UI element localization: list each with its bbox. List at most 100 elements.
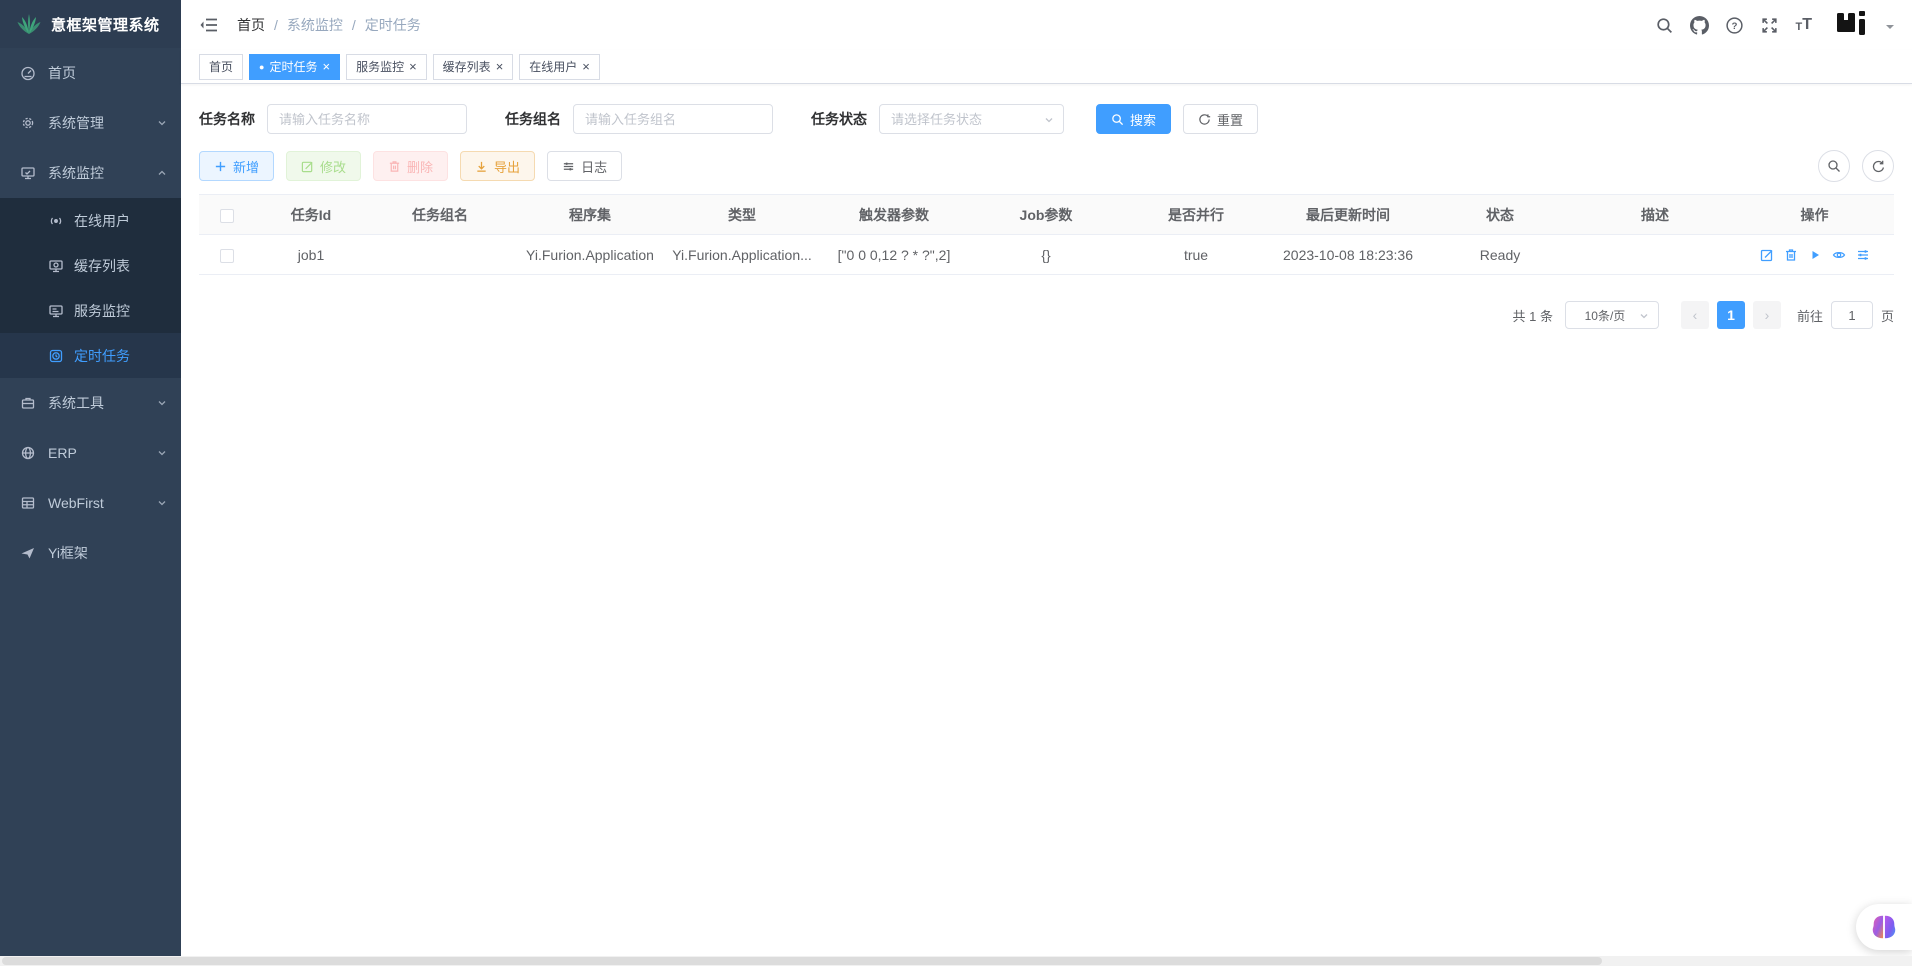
- tab-label: 服务监控: [356, 58, 404, 75]
- top-navbar: 首页 / 系统监控 / 定时任务 ? TT: [181, 0, 1912, 50]
- export-button-label: 导出: [494, 157, 520, 176]
- leaf-logo-icon: [16, 12, 42, 36]
- sidebar-item-system-monitor[interactable]: 系统监控: [0, 148, 181, 198]
- sidebar-item-system-tools[interactable]: 系统工具: [0, 378, 181, 428]
- scrollbar-thumb[interactable]: [2, 957, 1602, 965]
- broadcast-icon: [48, 213, 64, 229]
- sidebar-item-label: 在线用户: [74, 211, 130, 231]
- sidebar-item-online-users[interactable]: 在线用户: [0, 198, 181, 243]
- sidebar-item-label: 首页: [48, 63, 76, 83]
- task-status-select[interactable]: [879, 104, 1064, 134]
- close-icon[interactable]: ×: [322, 60, 330, 73]
- log-row-icon[interactable]: [1856, 248, 1870, 262]
- server-icon: [48, 303, 64, 319]
- search-icon[interactable]: [1655, 16, 1674, 35]
- edit-icon: [301, 160, 314, 173]
- sidebar-item-home[interactable]: 首页: [0, 48, 181, 98]
- prev-page-button[interactable]: ‹: [1681, 301, 1709, 329]
- close-icon[interactable]: ×: [496, 60, 504, 73]
- chevron-down-icon: [157, 398, 167, 408]
- topbar-actions: ? TT: [1655, 6, 1894, 44]
- tabs-bar: 首页 ● 定时任务 × 服务监控 × 缓存列表 × 在线用户 ×: [181, 50, 1912, 84]
- tab-online-users[interactable]: 在线用户 ×: [519, 54, 600, 80]
- tab-scheduled-tasks[interactable]: ● 定时任务 ×: [249, 54, 340, 80]
- run-row-icon[interactable]: [1808, 248, 1822, 262]
- refresh-table-button[interactable]: [1862, 150, 1894, 182]
- tab-label: 首页: [209, 58, 233, 75]
- select-all-checkbox[interactable]: [220, 209, 234, 223]
- sidebar-item-system-manage[interactable]: 系统管理: [0, 98, 181, 148]
- fullscreen-icon[interactable]: [1760, 16, 1779, 35]
- reset-button[interactable]: 重置: [1183, 104, 1258, 134]
- tab-home[interactable]: 首页: [199, 54, 243, 80]
- breadcrumb-home[interactable]: 首页: [237, 15, 265, 35]
- toolbox-icon: [20, 395, 36, 411]
- table-toolbar: 新增 修改 删除 导出 日志: [199, 150, 1894, 182]
- chevron-up-icon: [157, 168, 167, 178]
- font-size-icon[interactable]: TT: [1795, 17, 1812, 33]
- toggle-search-button[interactable]: [1818, 150, 1850, 182]
- col-assembly: 程序集: [513, 195, 667, 235]
- table-grid-icon: [20, 495, 36, 511]
- tab-cache-list[interactable]: 缓存列表 ×: [433, 54, 514, 80]
- search-button-label: 搜索: [1130, 110, 1156, 129]
- sidebar-item-erp[interactable]: ERP: [0, 428, 181, 478]
- task-status-select-input[interactable]: [879, 104, 1064, 134]
- col-job-args: Job参数: [971, 195, 1121, 235]
- sidebar-item-cache-list[interactable]: 缓存列表: [0, 243, 181, 288]
- pagination: 共 1 条 10条/页 ‹ 1 › 前往 页: [199, 301, 1894, 329]
- task-group-label: 任务组名: [505, 109, 561, 129]
- sidebar-collapse-icon[interactable]: [199, 15, 219, 35]
- sidebar-item-webfirst[interactable]: WebFirst: [0, 478, 181, 528]
- ai-assistant-button[interactable]: [1856, 904, 1912, 950]
- col-actions: 操作: [1735, 195, 1894, 235]
- dashboard-icon: [20, 65, 36, 81]
- edit-row-icon[interactable]: [1760, 248, 1774, 262]
- breadcrumb: 首页 / 系统监控 / 定时任务: [237, 15, 421, 35]
- monitor-icon: [20, 165, 36, 181]
- help-icon[interactable]: ?: [1725, 16, 1744, 35]
- system-monitor-submenu: 在线用户 缓存列表 服务监控 定时任务: [0, 198, 181, 378]
- next-page-button[interactable]: ›: [1753, 301, 1781, 329]
- col-trigger-args: 触发器参数: [817, 195, 971, 235]
- goto-page-input[interactable]: [1831, 301, 1873, 329]
- search-button[interactable]: 搜索: [1096, 104, 1171, 134]
- row-checkbox[interactable]: [220, 249, 234, 263]
- col-status: 状态: [1425, 195, 1575, 235]
- breadcrumb-monitor: 系统监控: [287, 15, 343, 35]
- add-button[interactable]: 新增: [199, 151, 274, 181]
- timer-icon: [48, 348, 64, 364]
- tab-label: 缓存列表: [443, 58, 491, 75]
- export-button[interactable]: 导出: [460, 151, 535, 181]
- page-1-button[interactable]: 1: [1717, 301, 1745, 329]
- col-type: 类型: [667, 195, 817, 235]
- table-row[interactable]: job1 Yi.Furion.Application Yi.Furion.App…: [199, 235, 1894, 275]
- task-name-input[interactable]: [267, 104, 467, 134]
- delete-button-label: 删除: [407, 157, 433, 176]
- cell-task-id: job1: [255, 235, 367, 275]
- svg-text:?: ?: [1732, 21, 1738, 32]
- page-size-select[interactable]: 10条/页: [1565, 301, 1659, 329]
- horizontal-scrollbar[interactable]: [0, 956, 1912, 966]
- app-logo[interactable]: 意框架管理系统: [0, 0, 181, 48]
- close-icon[interactable]: ×: [582, 60, 590, 73]
- user-menu-caret-icon[interactable]: [1886, 25, 1894, 33]
- cell-task-group: [367, 235, 513, 275]
- sidebar-item-scheduled-tasks[interactable]: 定时任务: [0, 333, 181, 378]
- sidebar-item-yi-framework[interactable]: Yi框架: [0, 528, 181, 578]
- sidebar-item-service-monitor[interactable]: 服务监控: [0, 288, 181, 333]
- tab-service-monitor[interactable]: 服务监控 ×: [346, 54, 427, 80]
- close-icon[interactable]: ×: [409, 60, 417, 73]
- total-count: 共 1 条: [1513, 306, 1553, 325]
- delete-row-icon[interactable]: [1784, 248, 1798, 262]
- github-icon[interactable]: [1690, 16, 1709, 35]
- avatar[interactable]: [1832, 6, 1870, 44]
- view-row-icon[interactable]: [1832, 248, 1846, 262]
- task-group-input[interactable]: [573, 104, 773, 134]
- table-header-row: 任务Id 任务组名 程序集 类型 触发器参数 Job参数 是否并行 最后更新时间…: [199, 195, 1894, 235]
- log-button[interactable]: 日志: [547, 151, 622, 181]
- cell-last-updated: 2023-10-08 18:23:36: [1271, 235, 1425, 275]
- log-button-label: 日志: [581, 157, 607, 176]
- page-size-value: 10条/页: [1565, 301, 1659, 329]
- col-task-id: 任务Id: [255, 195, 367, 235]
